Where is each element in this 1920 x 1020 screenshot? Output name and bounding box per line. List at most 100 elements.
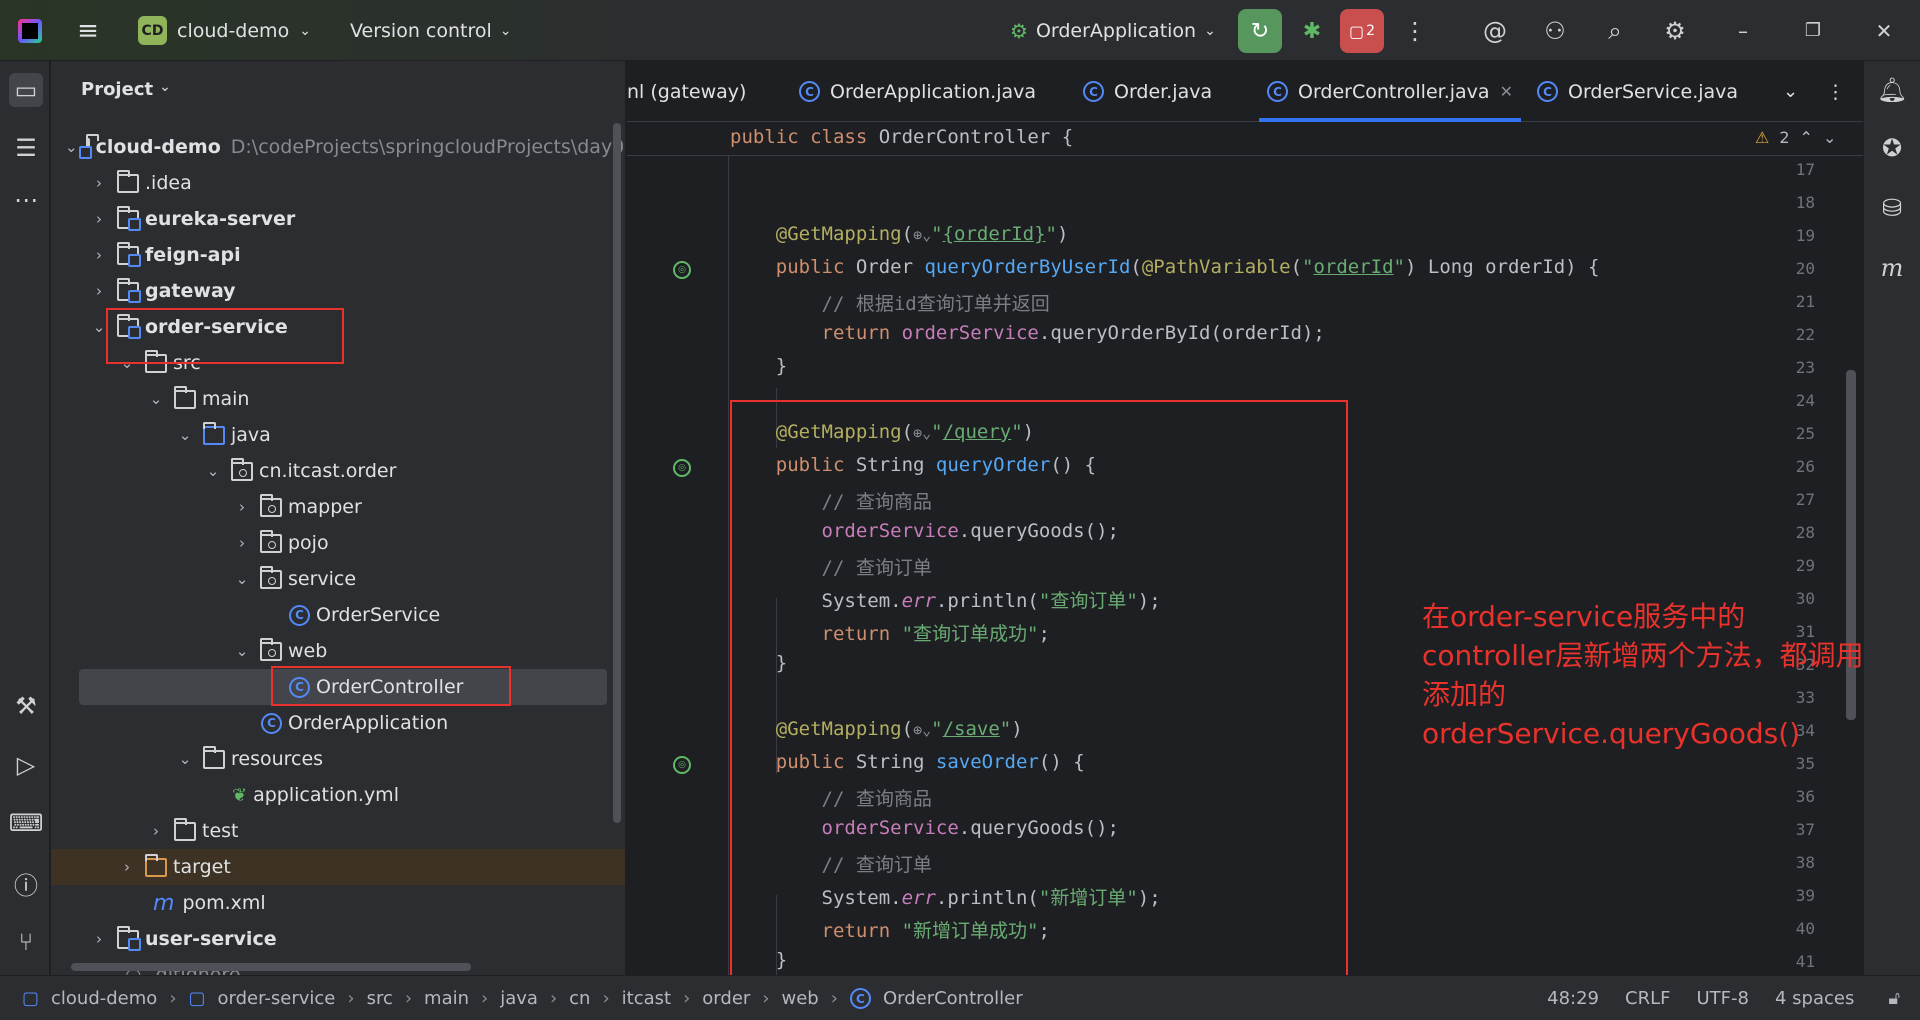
services-icon[interactable]: ▷	[9, 748, 43, 782]
breadcrumb-item[interactable]: web	[782, 988, 819, 1009]
tab-label: OrderController.java	[1298, 80, 1490, 103]
project-hscrollbar[interactable]	[71, 963, 471, 971]
tree-node-target[interactable]: › target	[51, 849, 625, 885]
breadcrumb-item[interactable]: order	[702, 988, 750, 1009]
stop-button[interactable]: ▢ 2	[1340, 9, 1384, 53]
chevron-right-icon[interactable]: ›	[89, 246, 109, 264]
chevron-right-icon[interactable]: ›	[89, 210, 109, 228]
tree-node-label: OrderApplication	[288, 712, 449, 734]
database-icon[interactable]: ⛁	[1875, 191, 1909, 225]
tree-node-mapper[interactable]: › mapper	[51, 489, 611, 525]
chevron-right-icon[interactable]: ›	[89, 282, 109, 300]
build-hammer-icon[interactable]: ⚒	[9, 689, 43, 723]
chevron-right-icon[interactable]: ›	[89, 174, 109, 192]
tab-more-icon[interactable]: ⋮	[1826, 61, 1845, 122]
chevron-down-icon: ⌄	[159, 79, 171, 95]
restore-icon[interactable]: ❐	[1793, 0, 1833, 61]
endpoint-globe-icon[interactable]: ◎	[673, 261, 691, 279]
tree-node-label: web	[288, 640, 328, 662]
tree-node-orderservice[interactable]: C OrderService	[51, 597, 611, 633]
chevron-down-icon[interactable]: ⌄	[203, 462, 223, 480]
ai-chat-icon[interactable]: ✪	[1875, 131, 1909, 165]
terminal-icon[interactable]: ⌨	[9, 806, 44, 840]
tree-node-gateway[interactable]: › gateway	[51, 273, 611, 309]
endpoint-globe-icon[interactable]: ◎	[673, 459, 691, 477]
lock-icon[interactable]: 🔓︎	[1888, 988, 1900, 1009]
project-panel-header[interactable]: Project ⌄	[81, 79, 171, 100]
chevron-right-icon[interactable]: ›	[146, 822, 166, 840]
tree-node-application-yml[interactable]: ❦ application.yml	[51, 777, 611, 813]
structure-icon[interactable]: ☰	[9, 131, 43, 165]
project-scrollbar[interactable]	[613, 123, 621, 823]
chevron-down-icon[interactable]: ⌄	[146, 390, 166, 408]
chevron-down-icon[interactable]: ⌄	[175, 750, 195, 768]
tab-orderapplication[interactable]: C OrderApplication.java	[799, 61, 1036, 122]
tab-ordercontroller[interactable]: C OrderController.java ✕	[1259, 61, 1521, 122]
breadcrumb-item[interactable]: order-service	[218, 988, 336, 1009]
minimize-icon[interactable]: –	[1723, 0, 1763, 61]
chevron-right-icon[interactable]: ›	[232, 534, 252, 552]
code-with-me-icon[interactable]: ⚇	[1535, 0, 1575, 61]
tree-node-cn-itcast-order[interactable]: ⌄ cn.itcast.order	[51, 453, 611, 489]
tree-node-feign-api[interactable]: › feign-api	[51, 237, 611, 273]
breadcrumb-item[interactable]: src	[367, 988, 393, 1009]
tree-node-service[interactable]: ⌄ service	[51, 561, 611, 597]
project-tool-folder-icon[interactable]: ▭	[9, 73, 43, 107]
close-icon[interactable]: ✕	[1864, 0, 1904, 61]
tree-node-resources[interactable]: ⌄ resources	[51, 741, 611, 777]
main-menu-icon[interactable]: ≡	[74, 0, 102, 61]
tree-node-user-service[interactable]: › user-service	[51, 921, 611, 957]
endpoint-globe-icon[interactable]: ◎	[673, 756, 691, 774]
breadcrumb-item[interactable]: java	[500, 988, 538, 1009]
tree-node-test[interactable]: › test	[51, 813, 611, 849]
tab-gateway-yml[interactable]: nl (gateway)	[627, 61, 746, 122]
search-icon[interactable]: ⌕	[1595, 0, 1635, 61]
tab-orderservice[interactable]: C OrderService.java	[1537, 61, 1738, 122]
more-tools-icon[interactable]: ⋯	[9, 183, 43, 217]
tab-order[interactable]: C Order.java	[1083, 61, 1212, 122]
previous-highlight-icon[interactable]: ⌃	[1800, 128, 1813, 147]
code-line-20: public Order queryOrderByUserId(@PathVar…	[775, 256, 1600, 278]
settings-gear-icon[interactable]: ⚙	[1655, 0, 1695, 61]
breadcrumb-item[interactable]: itcast	[622, 988, 671, 1009]
close-tab-icon[interactable]: ✕	[1500, 82, 1513, 101]
tab-list-chevron-icon[interactable]: ⌄	[1783, 61, 1798, 122]
debug-button[interactable]: ✱	[1290, 9, 1334, 53]
tree-node-pojo[interactable]: › pojo	[51, 525, 611, 561]
tree-node-cloud-demo[interactable]: ⌄ cloud-demo D:\codeProjects\springcloudP…	[51, 129, 624, 165]
breadcrumb-item[interactable]: cn	[569, 988, 590, 1009]
project-selector[interactable]: CD cloud-demo ⌄	[138, 0, 311, 61]
chevron-right-icon[interactable]: ›	[89, 930, 109, 948]
breadcrumb-item[interactable]: cloud-demo	[51, 988, 157, 1009]
ai-assistant-icon[interactable]: @	[1475, 0, 1515, 61]
git-branch-icon[interactable]: ⑂	[9, 925, 43, 959]
inspection-widget[interactable]: ⚠ 2 ⌃ ⌄	[1755, 128, 1836, 147]
indent-setting[interactable]: 4 spaces	[1775, 988, 1854, 1009]
chevron-down-icon[interactable]: ⌄	[65, 138, 78, 156]
version-control-menu[interactable]: Version control ⌄	[350, 0, 512, 61]
breadcrumb-item[interactable]: main	[424, 988, 469, 1009]
chevron-right-icon[interactable]: ›	[117, 858, 137, 876]
next-highlight-icon[interactable]: ⌄	[1823, 128, 1836, 147]
caret-position[interactable]: 48:29	[1547, 988, 1599, 1009]
tree-node-idea[interactable]: › .idea	[51, 165, 611, 201]
problems-icon[interactable]: ⓘ	[9, 866, 43, 900]
run-config-selector[interactable]: ⚙ OrderApplication ⌄	[1010, 0, 1216, 61]
chevron-down-icon[interactable]: ⌄	[232, 570, 252, 588]
tree-node-java[interactable]: ⌄ java	[51, 417, 611, 453]
file-encoding[interactable]: UTF-8	[1696, 988, 1748, 1009]
tree-node-pom-xml[interactable]: m pom.xml	[51, 885, 611, 921]
tree-node-orderapplication[interactable]: C OrderApplication	[51, 705, 611, 741]
tree-node-main[interactable]: ⌄ main	[51, 381, 611, 417]
breadcrumb-item[interactable]: OrderController	[883, 988, 1023, 1009]
chevron-down-icon[interactable]: ⌄	[232, 642, 252, 660]
maven-icon[interactable]: m	[1875, 251, 1909, 285]
rerun-button[interactable]: ↻	[1238, 9, 1282, 53]
tree-node-eureka-server[interactable]: › eureka-server	[51, 201, 611, 237]
chevron-right-icon[interactable]: ›	[232, 498, 252, 516]
tree-node-web[interactable]: ⌄ web	[51, 633, 611, 669]
chevron-down-icon[interactable]: ⌄	[175, 426, 195, 444]
more-actions-icon[interactable]: ⋮	[1395, 0, 1435, 61]
notifications-bell-icon[interactable]: 🔔︎	[1875, 73, 1909, 107]
line-ending[interactable]: CRLF	[1625, 988, 1670, 1009]
